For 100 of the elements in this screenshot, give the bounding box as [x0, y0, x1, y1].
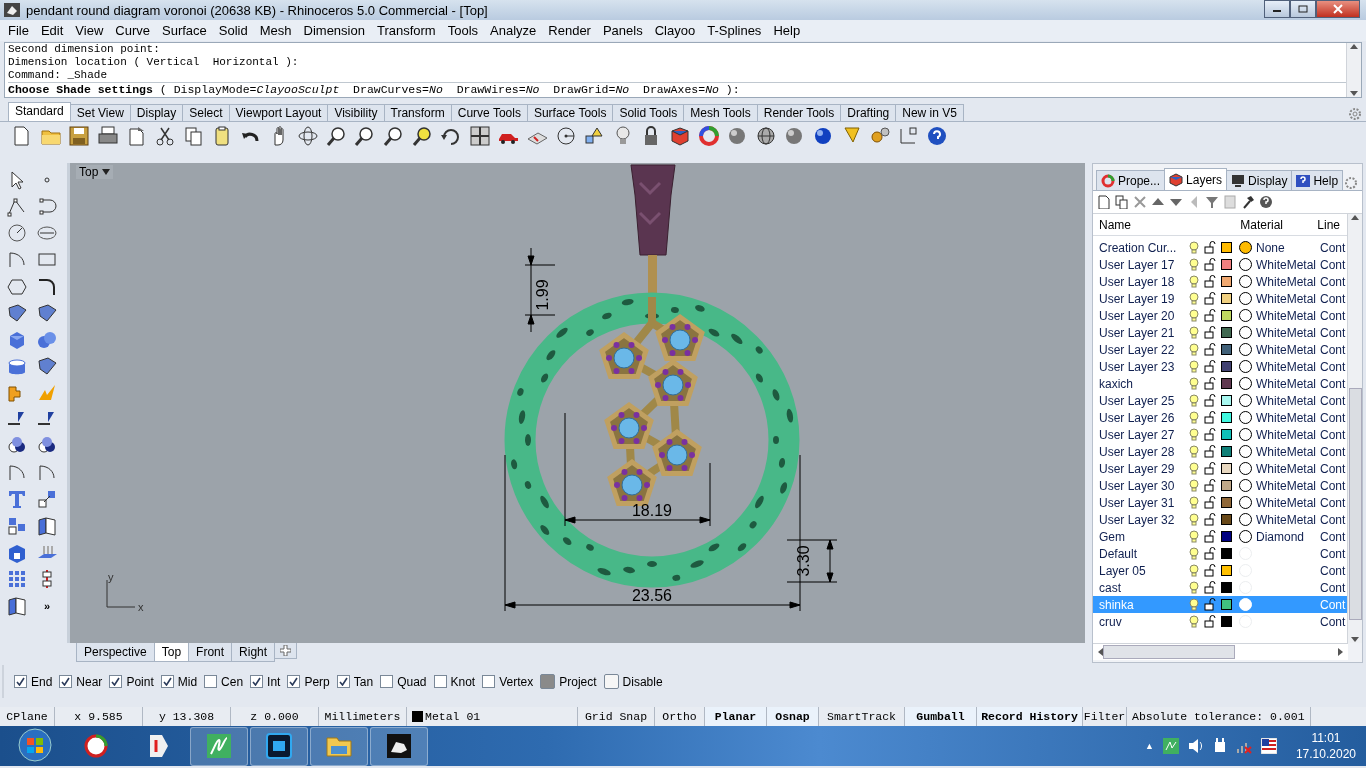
layer-color-swatch[interactable] [1221, 514, 1232, 525]
unlocked-padlock-icon[interactable] [1204, 309, 1216, 322]
layer-color-swatch[interactable] [1221, 378, 1232, 389]
layer-color-swatch[interactable] [1221, 344, 1232, 355]
light-bulb-icon[interactable] [1189, 326, 1199, 339]
menu-item[interactable]: T-Splines [701, 23, 768, 38]
osnap-option[interactable]: Cen [204, 674, 244, 689]
menu-item[interactable]: Surface [156, 23, 213, 38]
unlocked-padlock-icon[interactable] [1204, 445, 1216, 458]
unlocked-padlock-icon[interactable] [1204, 598, 1216, 611]
light-bulb-icon[interactable] [1189, 428, 1199, 441]
layer-color-swatch[interactable] [1221, 327, 1232, 338]
rhino-app-icon[interactable] [385, 732, 413, 760]
color-wheel-icon[interactable] [697, 125, 720, 147]
menu-item[interactable]: Edit [34, 23, 70, 38]
column-header[interactable]: Line [1317, 217, 1347, 232]
toolbar-tab[interactable]: Standard [8, 102, 71, 121]
delete-icon[interactable] [1133, 195, 1147, 209]
menu-item[interactable]: Help [767, 23, 807, 38]
material-dot[interactable] [1239, 411, 1252, 424]
scrollbar-thumb[interactable] [1348, 387, 1362, 620]
layer-material[interactable]: WhiteMetal [1256, 291, 1320, 306]
status-field[interactable]: Gumball [905, 707, 977, 726]
scale-icon[interactable] [36, 488, 58, 511]
checkbox[interactable] [250, 675, 264, 688]
layer-linetype[interactable]: Cont [1320, 461, 1347, 476]
light-bulb-icon[interactable] [1189, 360, 1199, 373]
layer-name[interactable]: Gem [1093, 529, 1189, 544]
circle-target-icon[interactable] [554, 125, 577, 147]
osnap-option[interactable]: Tan [336, 674, 374, 689]
layer-material[interactable]: WhiteMetal [1256, 257, 1320, 272]
toolbar-tab[interactable]: Mesh Tools [683, 104, 758, 121]
toggle-button[interactable] [540, 674, 556, 689]
settings-icon[interactable] [1348, 107, 1362, 121]
unlocked-padlock-icon[interactable] [1204, 411, 1216, 424]
render-icon[interactable] [668, 125, 691, 147]
checkbox[interactable] [380, 675, 394, 688]
printer-icon[interactable] [97, 125, 120, 147]
unlocked-padlock-icon[interactable] [1204, 258, 1216, 271]
light-bulb-icon[interactable] [1189, 479, 1199, 492]
layer-name[interactable]: User Layer 30 [1093, 478, 1189, 493]
scissors-icon[interactable] [154, 125, 177, 147]
layer-name[interactable]: User Layer 19 [1093, 291, 1189, 306]
viewport[interactable]: 1.99 18.19 3.30 23.56 y x Top [70, 163, 1085, 643]
maximize-button[interactable] [1290, 0, 1316, 18]
toolbar-tab[interactable]: Visibility [327, 104, 385, 121]
toolbar-tab[interactable]: Transform [383, 104, 452, 121]
layer-linetype[interactable]: Cont [1320, 529, 1347, 544]
material-dot[interactable] [1239, 309, 1252, 322]
viewport-tab[interactable]: Front [188, 643, 233, 662]
material-dot[interactable] [1239, 360, 1252, 373]
checkbox[interactable] [482, 675, 496, 688]
menu-item[interactable]: Dimension [297, 23, 371, 38]
layer-color-swatch[interactable] [1221, 395, 1232, 406]
zoom-icon[interactable] [325, 125, 348, 147]
toolbar-tab[interactable]: New in V5 [895, 104, 964, 121]
layer-name[interactable]: User Layer 29 [1093, 461, 1189, 476]
toolbar-tab[interactable]: Render Tools [756, 104, 842, 121]
layer-material[interactable]: WhiteMetal [1256, 444, 1320, 459]
layer-linetype[interactable]: Cont [1320, 512, 1347, 527]
status-field[interactable]: Osnap [767, 707, 819, 726]
menu-item[interactable]: Panels [596, 23, 649, 38]
unlocked-padlock-icon[interactable] [1204, 479, 1216, 492]
osnap-option[interactable]: Near [59, 674, 103, 689]
viewport-tab[interactable]: Top [153, 643, 190, 662]
viewport-title[interactable]: Top [76, 165, 114, 179]
layer-linetype[interactable]: Cont [1320, 563, 1347, 578]
unlocked-padlock-icon[interactable] [1204, 615, 1216, 628]
layer-material[interactable]: WhiteMetal [1256, 461, 1320, 476]
unlocked-padlock-icon[interactable] [1204, 496, 1216, 509]
layer-material[interactable]: WhiteMetal [1256, 478, 1320, 493]
layer-material[interactable]: WhiteMetal [1256, 427, 1320, 442]
panel-tab[interactable]: Prope... [1096, 170, 1166, 190]
material-dot[interactable] [1239, 513, 1252, 526]
sync-icon[interactable] [82, 732, 110, 760]
unlocked-padlock-icon[interactable] [1204, 326, 1216, 339]
orbit-icon[interactable] [297, 125, 320, 147]
light-bulb-icon[interactable] [1189, 343, 1199, 356]
layer-linetype[interactable]: Cont [1320, 393, 1347, 408]
layer-linetype[interactable]: Cont [1320, 308, 1347, 323]
layer-name[interactable]: User Layer 18 [1093, 274, 1189, 289]
copy-icon[interactable] [182, 125, 205, 147]
wireframe-sphere-icon[interactable] [754, 125, 777, 147]
text-icon[interactable] [6, 488, 28, 511]
layer-linetype[interactable]: Cont [1320, 291, 1347, 306]
light-bulb-icon[interactable] [1189, 581, 1199, 594]
scroll-down-icon[interactable] [1350, 91, 1358, 97]
unlocked-padlock-icon[interactable] [1204, 360, 1216, 373]
unlocked-padlock-icon[interactable] [1204, 343, 1216, 356]
material-dot[interactable] [1239, 462, 1252, 475]
unlocked-padlock-icon[interactable] [1204, 530, 1216, 543]
layer-linetype[interactable]: Cont [1320, 376, 1347, 391]
menu-item[interactable]: Transform [370, 23, 442, 38]
material-dot[interactable] [1239, 343, 1252, 356]
layer-color-swatch[interactable] [1221, 446, 1232, 457]
layer-name[interactable]: User Layer 22 [1093, 342, 1189, 357]
light-bulb-icon[interactable] [1189, 530, 1199, 543]
light-bulb-icon[interactable] [1189, 241, 1199, 254]
layer-color-swatch[interactable] [1221, 582, 1232, 593]
layer-name[interactable]: User Layer 31 [1093, 495, 1189, 510]
